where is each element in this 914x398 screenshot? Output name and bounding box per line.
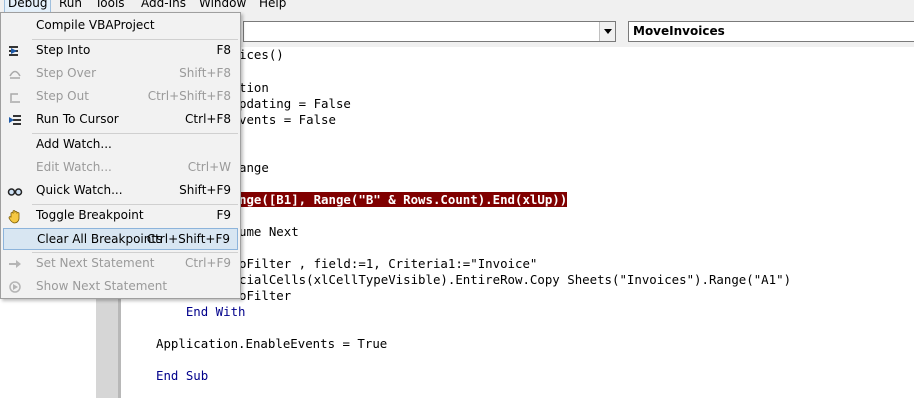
menu-item-label: Step Into: [36, 43, 91, 57]
menu-item-toggle-breakpoint[interactable]: Toggle Breakpoint F9: [3, 205, 238, 227]
code-line-text: vents = False: [239, 112, 336, 127]
menu-item-shortcut: F9: [216, 208, 231, 222]
code-line[interactable]: oFilter: [239, 288, 291, 304]
menu-item-label: Show Next Statement: [36, 279, 168, 293]
object-combo-dropdown-button[interactable]: [599, 22, 615, 41]
code-line[interactable]: tion: [239, 80, 269, 96]
code-line[interactable]: oFilter , field:=1, Criteria1:="Invoice": [239, 256, 537, 272]
code-line[interactable]: Application.EnableEvents = True: [156, 336, 387, 352]
menu-item-shortcut: Ctrl+F9: [185, 256, 231, 270]
menu-item-label: Set Next Statement: [36, 256, 155, 270]
menu-item-label: Edit Watch...: [36, 160, 112, 174]
menu-item-shortcut: Ctrl+Shift+F9: [146, 232, 230, 246]
menu-help[interactable]: Help: [256, 0, 289, 12]
step-into-icon: [7, 43, 23, 59]
step-over-icon: [7, 66, 23, 82]
menu-item-label: Step Out: [36, 89, 89, 103]
menu-debug[interactable]: Debug: [4, 0, 52, 12]
menu-item-label: Add Watch...: [36, 137, 112, 151]
menu-bar: Debug Run Tools Add-Ins Window Help: [0, 0, 914, 12]
step-out-icon: [7, 89, 23, 105]
breakpoint-line[interactable]: nge([B1], Range("B" & Rows.Count).End(xl…: [239, 192, 568, 208]
menu-item-step-over[interactable]: Step Over Shift+F8: [3, 63, 238, 85]
code-line[interactable]: ume Next: [239, 224, 299, 240]
menu-item-shortcut: Shift+F8: [179, 66, 231, 80]
code-line-text: pdating = False: [239, 96, 351, 111]
menu-item-shortcut: Ctrl+F8: [185, 112, 231, 126]
menu-item-label: Step Over: [36, 66, 96, 80]
breakpoint-highlight: nge([B1], Range("B" & Rows.Count).End(xl…: [239, 192, 568, 207]
code-line[interactable]: ange: [239, 160, 269, 176]
menu-item-label: Toggle Breakpoint: [36, 208, 144, 222]
code-line[interactable]: ices(): [239, 47, 284, 63]
menu-item-shortcut: F8: [216, 43, 231, 57]
menu-item-shortcut: Shift+F9: [179, 183, 231, 197]
menu-item-quick-watch[interactable]: Quick Watch... Shift+F9: [3, 180, 238, 202]
menu-item-label: Quick Watch...: [36, 183, 123, 197]
code-line[interactable]: cialCells(xlCellTypeVisible).EntireRow.C…: [239, 272, 791, 288]
menu-item-shortcut: Ctrl+Shift+F8: [147, 89, 231, 103]
glasses-icon: [7, 183, 23, 199]
menu-item-label: Clear All Breakpoints: [37, 232, 163, 246]
menu-item-add-watch[interactable]: Add Watch...: [3, 134, 238, 156]
menu-window[interactable]: Window: [196, 0, 249, 12]
debug-menu: Compile VBAProject Step Into F8 Step Ove…: [0, 12, 241, 299]
menu-item-step-into[interactable]: Step Into F8: [3, 40, 238, 62]
run-to-cursor-icon: [7, 112, 23, 128]
code-line[interactable]: End Sub: [156, 368, 208, 384]
menu-item-step-out[interactable]: Step Out Ctrl+Shift+F8: [3, 86, 238, 108]
menu-item-show-next-statement[interactable]: Show Next Statement: [3, 276, 238, 298]
show-next-icon: [7, 279, 23, 295]
menu-item-compile-vbaproject[interactable]: Compile VBAProject: [3, 15, 238, 37]
menu-item-edit-watch[interactable]: Edit Watch... Ctrl+W: [3, 157, 238, 179]
menu-item-clear-all-breakpoints[interactable]: Clear All Breakpoints Ctrl+Shift+F9: [3, 228, 238, 250]
code-line[interactable]: End With: [156, 304, 246, 320]
menu-item-set-next-statement[interactable]: Set Next Statement Ctrl+F9: [3, 253, 238, 275]
procedure-combo[interactable]: MoveInvoices: [628, 21, 914, 42]
menu-run[interactable]: Run: [56, 0, 85, 12]
menu-item-shortcut: Ctrl+W: [187, 160, 231, 174]
menu-item-label: Run To Cursor: [36, 112, 119, 126]
hand-icon: [7, 208, 23, 224]
menu-tools[interactable]: Tools: [92, 0, 128, 12]
menu-add-ins[interactable]: Add-Ins: [138, 0, 189, 12]
object-combo[interactable]: [243, 21, 616, 42]
code-line[interactable]: pdating = False: [239, 96, 351, 112]
procedure-combo-value: MoveInvoices: [633, 24, 725, 38]
arrow-right-icon: [7, 256, 23, 272]
menu-item-label: Compile VBAProject: [36, 18, 155, 32]
code-line[interactable]: vents = False: [239, 112, 336, 128]
menu-item-run-to-cursor[interactable]: Run To Cursor Ctrl+F8: [3, 109, 238, 131]
